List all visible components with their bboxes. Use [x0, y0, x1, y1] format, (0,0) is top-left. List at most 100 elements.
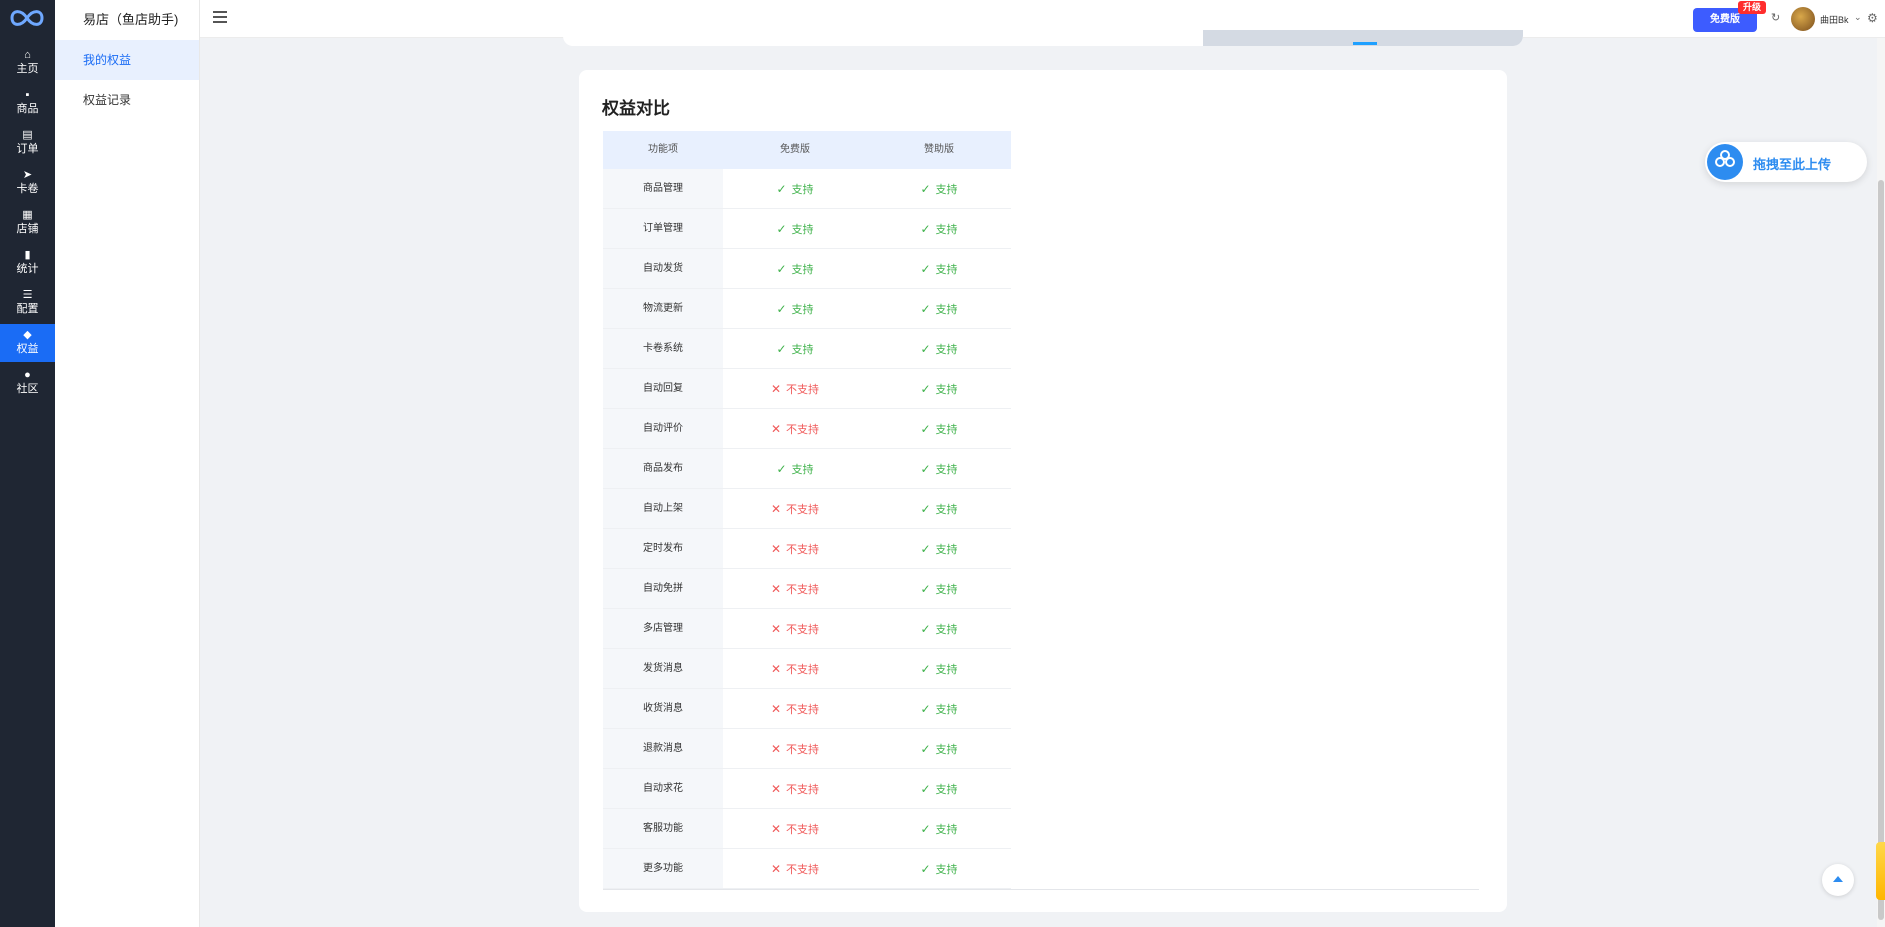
rail-item-8[interactable]: ● 社区 [0, 364, 55, 402]
feature-cell: 收货消息 [603, 689, 723, 728]
cross-icon: ✕ [770, 782, 782, 796]
rail-item-label: 订单 [16, 143, 39, 155]
sponsor-cell: ✓ 支持 [867, 209, 1011, 248]
sponsor-cell: ✓ 支持 [867, 529, 1011, 568]
support-status: 支持 [935, 584, 958, 596]
free-cell: ✓ 支持 [723, 169, 867, 208]
check-icon: ✓ [920, 742, 931, 756]
cross-icon: ✕ [770, 662, 782, 676]
chevron-down-icon[interactable]: ⌄ [1854, 12, 1862, 23]
subnav-item-my-benefits[interactable]: 我的权益 [55, 40, 199, 80]
rail-item-5[interactable]: ▮ 统计 [0, 244, 55, 282]
support-status: 支持 [935, 264, 958, 276]
table-row: 客服功能 ✕ 不支持 ✓ 支持 [603, 809, 1011, 849]
table-row: 自动上架 ✕ 不支持 ✓ 支持 [603, 489, 1011, 529]
feature-cell: 发货消息 [603, 649, 723, 688]
previous-card-edge [563, 30, 1523, 46]
rail-item-label: 权益 [16, 343, 39, 355]
avatar[interactable] [1791, 7, 1815, 31]
free-cell: ✓ 支持 [723, 329, 867, 368]
rail-item-3[interactable]: ➤ 卡卷 [0, 164, 55, 202]
free-cell: ✕ 不支持 [723, 769, 867, 808]
sponsor-cell: ✓ 支持 [867, 569, 1011, 608]
subnav-item-benefit-records[interactable]: 权益记录 [55, 80, 199, 120]
sponsor-cell: ✓ 支持 [867, 409, 1011, 448]
table-row: 自动评价 ✕ 不支持 ✓ 支持 [603, 409, 1011, 449]
upgrade-badge[interactable]: 升级 [1738, 1, 1766, 14]
cross-icon: ✕ [770, 382, 782, 396]
check-icon: ✓ [776, 302, 787, 316]
carousel-indicator[interactable] [1353, 42, 1377, 45]
check-icon: ✓ [776, 342, 787, 356]
rail-item-7[interactable]: ◆ 权益 [0, 324, 55, 362]
free-cell: ✕ 不支持 [723, 649, 867, 688]
cross-icon: ✕ [770, 822, 782, 836]
cross-icon: ✕ [770, 862, 782, 876]
compare-table: 功能项 免费版 赞助版 商品管理 ✓ 支持 ✓ 支持 订单管理 ✓ 支持 ✓ 支持 自动发货 ✓ 支持 ✓… [603, 131, 1011, 889]
rail-item-1[interactable]: ▪ 商品 [0, 84, 55, 122]
side-tab[interactable] [1876, 842, 1885, 900]
support-status: 支持 [935, 224, 958, 236]
support-status: 支持 [935, 184, 958, 196]
support-status: 支持 [791, 184, 814, 196]
free-cell: ✕ 不支持 [723, 609, 867, 648]
feature-cell: 退款消息 [603, 729, 723, 768]
rail-item-4[interactable]: ▦ 店铺 [0, 204, 55, 242]
rail-item-label: 商品 [16, 103, 39, 115]
check-icon: ✓ [920, 302, 931, 316]
table-row: 商品管理 ✓ 支持 ✓ 支持 [603, 169, 1011, 209]
rail-item-2[interactable]: ▤ 订单 [0, 124, 55, 162]
support-status: 支持 [935, 864, 958, 876]
rail-item-6[interactable]: ☰ 配置 [0, 284, 55, 322]
rail-item-0[interactable]: ⌂ 主页 [0, 44, 55, 82]
cross-icon: ✕ [770, 582, 782, 596]
support-status: 不支持 [786, 864, 820, 876]
feature-cell: 订单管理 [603, 209, 723, 248]
scrollbar-thumb[interactable] [1878, 180, 1884, 920]
free-cell: ✕ 不支持 [723, 529, 867, 568]
free-cell: ✓ 支持 [723, 209, 867, 248]
sponsor-cell: ✓ 支持 [867, 289, 1011, 328]
gear-icon[interactable]: ⚙ [1867, 11, 1878, 25]
rail-item-label: 社区 [16, 383, 39, 395]
feature-cell: 自动上架 [603, 489, 723, 528]
rail-item-label: 店铺 [16, 223, 39, 235]
rail-item-label: 卡卷 [16, 183, 39, 195]
header-free: 免费版 [780, 144, 810, 155]
app-logo [10, 10, 44, 26]
table-row: 物流更新 ✓ 支持 ✓ 支持 [603, 289, 1011, 329]
menu-toggle-icon[interactable] [213, 11, 227, 25]
check-icon: ✓ [920, 382, 931, 396]
free-cell: ✕ 不支持 [723, 729, 867, 768]
back-to-top-button[interactable] [1822, 864, 1854, 896]
support-status: 支持 [791, 224, 814, 236]
table-row: 定时发布 ✕ 不支持 ✓ 支持 [603, 529, 1011, 569]
refresh-icon[interactable]: ↻ [1771, 12, 1783, 24]
check-icon: ✓ [776, 182, 787, 196]
feature-cell: 更多功能 [603, 849, 723, 888]
sponsor-cell: ✓ 支持 [867, 649, 1011, 688]
support-status: 支持 [791, 464, 814, 476]
support-status: 不支持 [786, 624, 820, 636]
feature-cell: 物流更新 [603, 289, 723, 328]
table-row: 自动发货 ✓ 支持 ✓ 支持 [603, 249, 1011, 289]
cross-icon: ✕ [770, 422, 782, 436]
benefit-compare-card: 权益对比 功能项 免费版 赞助版 商品管理 ✓ 支持 ✓ 支持 订单管理 ✓ 支持 ✓ 支持 自动发… [579, 70, 1507, 912]
support-status: 不支持 [786, 784, 820, 796]
cross-icon: ✕ [770, 742, 782, 756]
table-row: 卡卷系统 ✓ 支持 ✓ 支持 [603, 329, 1011, 369]
drag-upload-widget[interactable]: 拖拽至此上传 [1705, 142, 1867, 182]
feature-cell: 商品管理 [603, 169, 723, 208]
rail-icon: ▪ [25, 89, 30, 101]
sponsor-cell: ✓ 支持 [867, 769, 1011, 808]
sponsor-cell: ✓ 支持 [867, 329, 1011, 368]
free-cell: ✓ 支持 [723, 289, 867, 328]
free-cell: ✓ 支持 [723, 449, 867, 488]
table-row: 收货消息 ✕ 不支持 ✓ 支持 [603, 689, 1011, 729]
check-icon: ✓ [920, 262, 931, 276]
check-icon: ✓ [920, 422, 931, 436]
check-icon: ✓ [920, 182, 931, 196]
feature-cell: 定时发布 [603, 529, 723, 568]
sponsor-cell: ✓ 支持 [867, 609, 1011, 648]
username[interactable]: 曲田Bk [1820, 13, 1849, 26]
